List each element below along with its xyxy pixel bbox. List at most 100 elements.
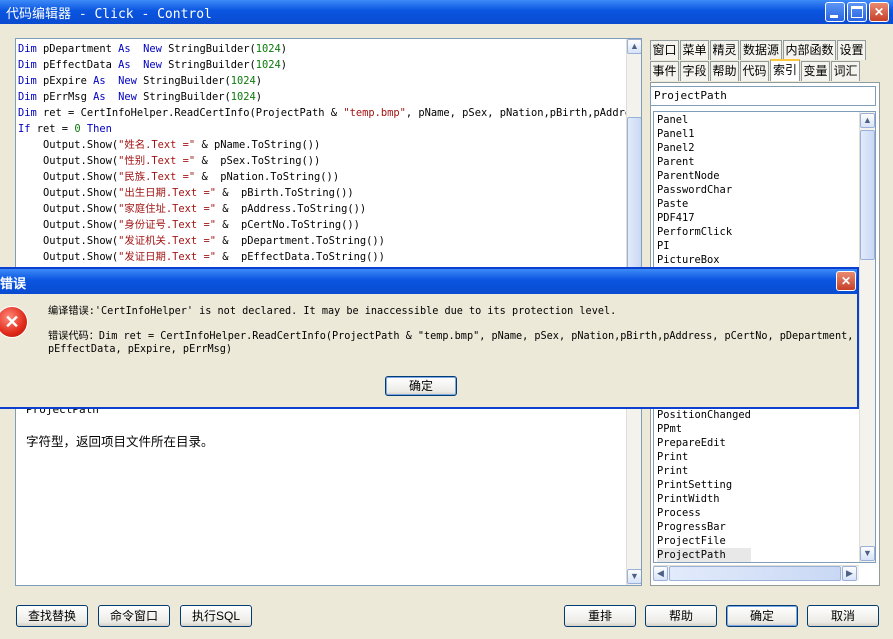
window-titlebar[interactable]: 代码编辑器 - Click - Control ✕ xyxy=(0,0,893,24)
code-token: StringBuilder( xyxy=(168,43,256,55)
window-title: 代码编辑器 - Click - Control xyxy=(6,7,212,22)
list-item[interactable]: Parent xyxy=(657,155,732,169)
list-item[interactable]: PrintWidth xyxy=(657,492,751,506)
list-item[interactable]: Paste xyxy=(657,197,732,211)
error-dialog-ok-button[interactable]: 确定 xyxy=(385,376,457,396)
error-message: 编译错误:'CertInfoHelper' is not declared. I… xyxy=(48,306,617,317)
list-item[interactable]: ParentNode xyxy=(657,169,732,183)
code-token: "发证日期.Text =" xyxy=(118,251,216,263)
code-token: 1024 xyxy=(255,43,281,55)
code-token: New xyxy=(136,59,169,71)
scroll-down-icon[interactable]: ▼ xyxy=(627,569,641,584)
code-line[interactable]: Output.Show("家庭住址.Text =" & pAddress.ToS… xyxy=(18,201,641,217)
list-item[interactable]: PrepareEdit xyxy=(657,436,751,450)
index-list-items-bottom[interactable]: PositionChanged PPmt PrepareEdit Print Print… xyxy=(657,408,751,563)
list-item[interactable]: Panel2 xyxy=(657,141,732,155)
tab-code[interactable]: 代码 xyxy=(740,61,769,81)
list-item[interactable]: PositionChanged xyxy=(657,408,751,422)
error-dialog: 错误 ✕ ✕ 编译错误:'CertInfoHelper' is not decl… xyxy=(0,267,859,409)
tab-settings[interactable]: 设置 xyxy=(837,40,866,60)
code-line[interactable]: Output.Show("发证日期.Text =" & pEffectData.… xyxy=(18,249,641,265)
tab-index[interactable]: 索引 xyxy=(770,59,800,81)
error-code-line1: 错误代码：Dim ret = CertInfoHelper.ReadCertIn… xyxy=(48,331,854,342)
tab-events[interactable]: 事件 xyxy=(650,61,679,81)
error-dialog-title: 错误 xyxy=(0,276,27,291)
index-vertical-scrollbar[interactable]: ▲ ▼ xyxy=(859,112,875,562)
list-item[interactable]: Print xyxy=(657,464,751,478)
code-line[interactable]: Output.Show("发证机关.Text =" & pDepartment.… xyxy=(18,233,641,249)
code-text[interactable]: Dim pDepartment As New StringBuilder(102… xyxy=(18,41,641,265)
index-list-items-top[interactable]: Panel Panel1 Panel2 Parent ParentNode Passwor… xyxy=(657,113,732,267)
tab-help[interactable]: 帮助 xyxy=(710,61,739,81)
list-item[interactable]: ProjectPath xyxy=(657,548,751,562)
tab-wizard[interactable]: 精灵 xyxy=(710,40,739,60)
command-window-button[interactable]: 命令窗口 xyxy=(98,605,170,627)
list-item[interactable]: ProjectFile xyxy=(657,534,751,548)
list-item[interactable]: PDF417 xyxy=(657,211,732,225)
scroll-down-icon[interactable]: ▼ xyxy=(860,546,875,561)
tab-menu[interactable]: 菜单 xyxy=(680,40,709,60)
index-horizontal-scrollbar[interactable]: ◀ ▶ xyxy=(653,565,859,581)
scroll-right-icon[interactable]: ▶ xyxy=(842,566,857,581)
close-button[interactable]: ✕ xyxy=(869,2,889,22)
tab-vocabulary[interactable]: 词汇 xyxy=(831,61,860,81)
list-item[interactable]: Process xyxy=(657,506,751,520)
help-button[interactable]: 帮助 xyxy=(645,605,717,627)
scroll-up-icon[interactable]: ▲ xyxy=(860,113,875,128)
code-line[interactable]: If ret = 0 Then xyxy=(18,121,641,137)
code-token: 1024 xyxy=(230,91,256,103)
list-item[interactable]: Print xyxy=(657,450,751,464)
code-token: New xyxy=(111,91,144,103)
ok-button[interactable]: 确定 xyxy=(726,605,798,627)
list-item[interactable]: Panel xyxy=(657,113,732,127)
index-search-input[interactable]: ProjectPath xyxy=(650,86,876,106)
index-hscroll-thumb[interactable] xyxy=(669,566,841,581)
minimize-button[interactable] xyxy=(825,2,845,22)
execute-sql-button[interactable]: 执行SQL xyxy=(180,605,252,627)
code-line[interactable]: Output.Show("姓名.Text =" & pName.ToString… xyxy=(18,137,641,153)
rearrange-button[interactable]: 重排 xyxy=(564,605,636,627)
list-item[interactable]: PerformClick xyxy=(657,225,732,239)
code-line[interactable]: Dim pErrMsg As New StringBuilder(1024) xyxy=(18,89,641,105)
find-replace-button[interactable]: 查找替换 xyxy=(16,605,88,627)
code-token: "性别.Text =" xyxy=(118,155,196,167)
scroll-left-icon[interactable]: ◀ xyxy=(653,566,668,581)
list-item[interactable]: PrintSetting xyxy=(657,478,751,492)
code-line[interactable]: Output.Show("身份证号.Text =" & pCertNo.ToSt… xyxy=(18,217,641,233)
code-line[interactable]: Output.Show("出生日期.Text =" & pBirth.ToStr… xyxy=(18,185,641,201)
error-dialog-close-button[interactable]: ✕ xyxy=(836,271,856,291)
list-item[interactable]: PictureBox xyxy=(657,253,732,267)
code-token: "家庭住址.Text =" xyxy=(118,203,216,215)
scroll-up-icon[interactable]: ▲ xyxy=(627,39,641,54)
code-token: Dim xyxy=(18,59,44,71)
list-item[interactable]: PasswordChar xyxy=(657,183,732,197)
index-scroll-thumb[interactable] xyxy=(860,130,875,260)
minimize-icon xyxy=(830,15,838,18)
tab-datasource[interactable]: 数据源 xyxy=(740,40,782,60)
list-item[interactable]: Public 变量 xyxy=(657,562,751,563)
code-line[interactable]: Output.Show("性别.Text =" & pSex.ToString(… xyxy=(18,153,641,169)
code-token: & pSex.ToString()) xyxy=(195,155,321,167)
list-item[interactable]: ProgressBar xyxy=(657,520,751,534)
code-token: "姓名.Text =" xyxy=(118,139,196,151)
code-line[interactable]: Dim pExpire As New StringBuilder(1024) xyxy=(18,73,641,89)
tab-variables[interactable]: 变量 xyxy=(801,61,830,81)
code-token: New xyxy=(136,43,169,55)
cancel-button[interactable]: 取消 xyxy=(807,605,879,627)
code-line[interactable]: Dim pDepartment As New StringBuilder(102… xyxy=(18,41,641,57)
error-code-line2: pEffectData, pExpire, pErrMsg) xyxy=(48,344,233,355)
code-line[interactable]: Output.Show("民族.Text =" & pNation.ToStri… xyxy=(18,169,641,185)
error-dialog-titlebar[interactable]: 错误 ✕ xyxy=(0,269,857,294)
list-item[interactable]: Panel1 xyxy=(657,127,732,141)
list-item[interactable]: PPmt xyxy=(657,422,751,436)
code-token: 1024 xyxy=(230,75,256,87)
tab-internal-functions[interactable]: 内部函数 xyxy=(783,40,836,60)
tab-window[interactable]: 窗口 xyxy=(650,40,679,60)
maximize-button[interactable] xyxy=(847,2,867,22)
code-line[interactable]: Dim ret = CertInfoHelper.ReadCertInfo(Pr… xyxy=(18,105,641,121)
list-item[interactable]: PI xyxy=(657,239,732,253)
code-line[interactable]: Dim pEffectData As New StringBuilder(102… xyxy=(18,57,641,73)
tab-fields[interactable]: 字段 xyxy=(680,61,709,81)
code-token: Dim xyxy=(18,43,44,55)
code-token: StringBuilder( xyxy=(168,59,256,71)
